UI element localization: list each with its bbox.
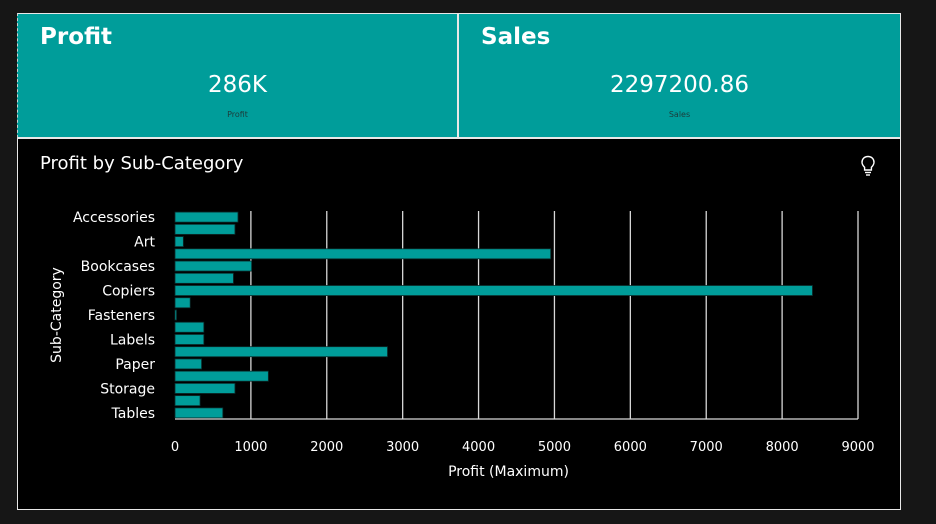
y-tick-label: Paper <box>115 357 155 373</box>
x-tick-label: 4000 <box>462 440 495 455</box>
bar-chart: Accessories Art Bookcases Copiers Fasteners L… <box>49 210 875 480</box>
sales-kpi-value: 2297200.86 <box>609 72 749 98</box>
bar[interactable] <box>174 236 184 248</box>
bar[interactable] <box>174 248 552 260</box>
x-axis-tick-labels: 0 1000 2000 3000 4000 5000 6000 7000 8000 9000 <box>171 440 875 455</box>
y-tick-label: Bookcases <box>81 259 155 275</box>
y-tick-label: Tables <box>111 406 156 422</box>
bar[interactable] <box>174 297 191 309</box>
y-axis-title: Sub-Category <box>49 267 65 363</box>
bar[interactable] <box>174 370 269 382</box>
bar[interactable] <box>174 272 234 284</box>
x-tick-label: 5000 <box>538 440 571 455</box>
bar[interactable] <box>174 285 813 296</box>
x-tick-label: 3000 <box>386 440 419 455</box>
bar[interactable] <box>174 346 388 358</box>
bar[interactable] <box>174 407 224 419</box>
sales-kpi-card[interactable]: Sales 2297200.86 Sales <box>458 13 901 138</box>
x-tick-label: 9000 <box>841 440 874 455</box>
profit-kpi-card[interactable]: Profit 286K Profit <box>17 13 458 138</box>
y-tick-label: Accessories <box>73 210 155 226</box>
y-tick-label: Storage <box>100 381 155 397</box>
profit-kpi-value: 286K <box>208 72 267 98</box>
bar[interactable] <box>174 358 202 370</box>
x-tick-label: 2000 <box>310 440 343 455</box>
y-tick-label: Art <box>134 235 155 251</box>
profit-by-subcategory-panel[interactable]: Profit by Sub-Category Accessories Art Boo… <box>17 138 901 510</box>
bar[interactable] <box>174 395 201 407</box>
x-tick-label: 8000 <box>766 440 799 455</box>
bar[interactable] <box>174 211 239 223</box>
grid-lines <box>250 211 859 419</box>
y-tick-label: Labels <box>110 332 155 348</box>
y-tick-label: Fasteners <box>88 308 155 324</box>
bar[interactable] <box>174 382 236 394</box>
bar[interactable] <box>174 260 253 272</box>
x-tick-label: 7000 <box>690 440 723 455</box>
profit-kpi-caption: Profit <box>227 110 248 119</box>
bar[interactable] <box>174 223 236 235</box>
sales-kpi-caption: Sales <box>668 110 691 119</box>
bar[interactable] <box>174 321 205 333</box>
profit-kpi-title: Profit <box>40 24 113 50</box>
x-tick-label: 6000 <box>614 440 647 455</box>
bar[interactable] <box>174 334 205 345</box>
bar-series <box>174 211 813 419</box>
sales-kpi-title: Sales <box>481 24 551 50</box>
x-axis-title: Profit (Maximum) <box>448 464 569 480</box>
y-axis-tick-labels: Accessories Art Bookcases Copiers Fasteners L… <box>73 210 156 422</box>
y-tick-label: Copiers <box>102 284 155 300</box>
bar[interactable] <box>174 309 177 321</box>
x-tick-label: 0 <box>171 440 179 455</box>
x-tick-label: 1000 <box>234 440 267 455</box>
